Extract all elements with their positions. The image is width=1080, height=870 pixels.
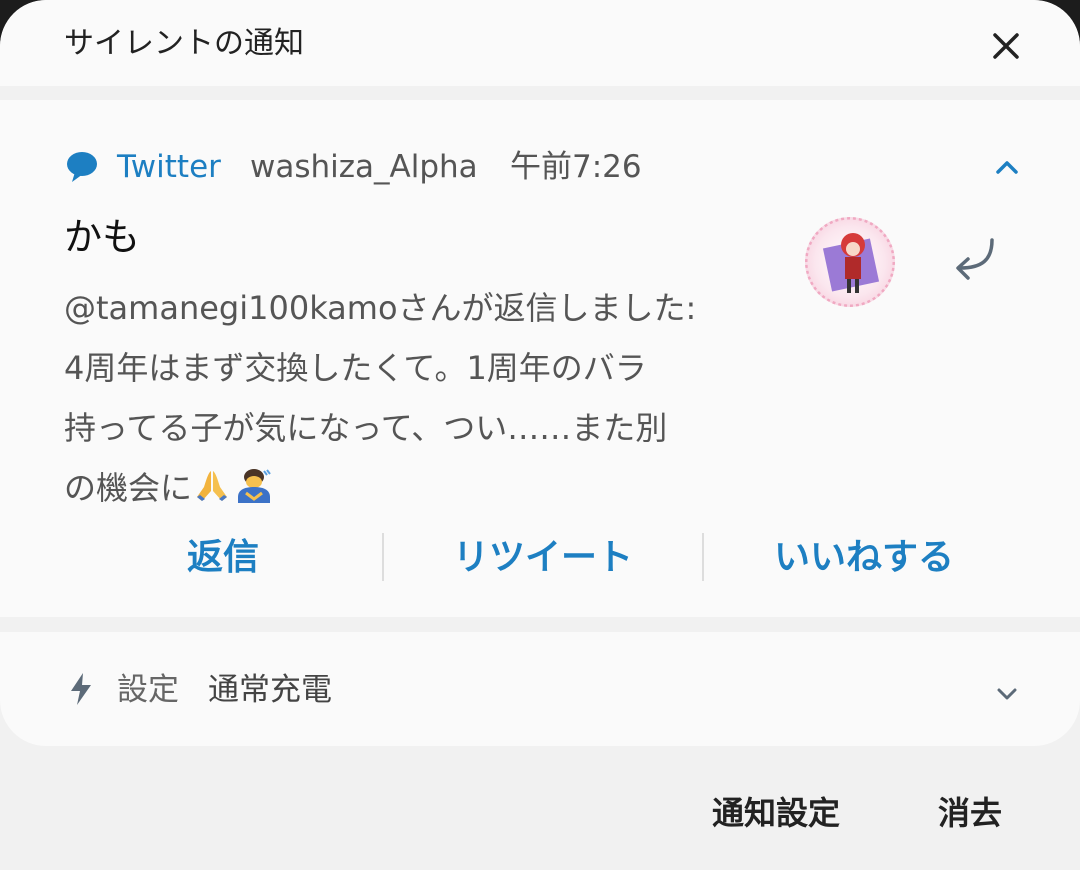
notification-body: @tamanegi100kamoさんが返信しました: 4周年はまず交換したくて。…	[64, 278, 764, 518]
notification-title: かも	[64, 215, 141, 259]
charging-status: 通常充電	[208, 672, 332, 708]
sender-name: washiza_Alpha	[250, 149, 478, 185]
sender-avatar	[805, 217, 895, 307]
chevron-up-icon[interactable]	[990, 152, 1024, 182]
silent-notifications-header: サイレントの通知	[0, 0, 1080, 86]
header-title: サイレントの通知	[64, 26, 304, 61]
notification-actions: 返信 リツイート いいねする	[64, 530, 1024, 586]
folded-hands-icon	[194, 462, 230, 501]
reply-arrow-icon[interactable]	[946, 236, 1000, 290]
clear-button[interactable]: 消去	[938, 790, 1002, 836]
like-button[interactable]: いいねする	[704, 530, 1024, 586]
chat-bubble-icon	[64, 150, 100, 184]
chevron-down-icon[interactable]	[990, 679, 1024, 709]
app-name: Twitter	[117, 149, 221, 185]
notification-panel: サイレントの通知 Twitter washiza_Alpha 午前7:26 かも…	[0, 0, 1080, 870]
notification-settings-button[interactable]: 通知設定	[712, 790, 840, 836]
lightning-bolt-icon	[68, 672, 94, 706]
charging-notification-card[interactable]: 設定 通常充電	[0, 632, 1080, 746]
reply-button[interactable]: 返信	[64, 530, 382, 586]
notification-time: 午前7:26	[510, 149, 642, 185]
retweet-button[interactable]: リツイート	[384, 530, 702, 586]
close-icon[interactable]	[986, 26, 1026, 66]
twitter-notification-card[interactable]: Twitter washiza_Alpha 午前7:26 かも @tamaneg…	[0, 100, 1080, 617]
person-bowing-icon	[234, 464, 274, 503]
notification-body-text: @tamanegi100kamoさんが返信しました: 4周年はまず交換したくて。…	[64, 289, 697, 507]
settings-label: 設定	[117, 672, 179, 708]
